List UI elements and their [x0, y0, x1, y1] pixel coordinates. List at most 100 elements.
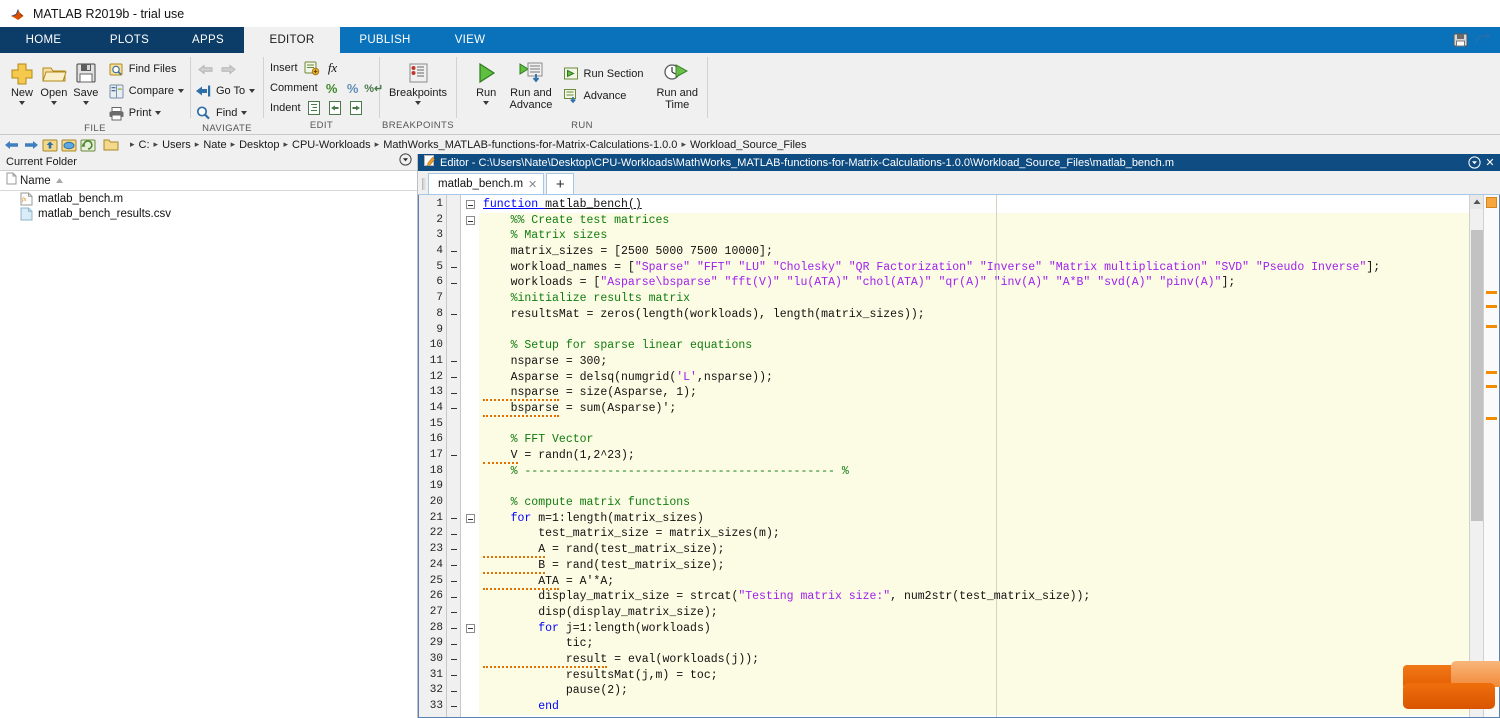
- breakpoint-slot[interactable]: [447, 417, 460, 433]
- code-analyzer-marker[interactable]: [1486, 305, 1497, 308]
- run-and-advance-button[interactable]: Run and Advance: [505, 58, 556, 111]
- comment-percent-icon[interactable]: %: [323, 80, 341, 97]
- back-arrow-icon[interactable]: [4, 137, 20, 153]
- fold-slot[interactable]: [461, 621, 479, 637]
- chevron-down-icon[interactable]: [483, 100, 490, 105]
- run-button[interactable]: Run: [467, 58, 505, 105]
- chevron-down-icon[interactable]: [415, 100, 421, 105]
- new-button[interactable]: New: [6, 58, 38, 105]
- fold-slot[interactable]: [461, 526, 479, 542]
- scrollbar-thumb[interactable]: [1471, 229, 1483, 521]
- breakpoint-slot[interactable]: [447, 228, 460, 244]
- breakpoint-slot[interactable]: [447, 275, 460, 291]
- smart-indent-icon[interactable]: [306, 100, 324, 117]
- tab-publish[interactable]: PUBLISH: [340, 27, 430, 53]
- fold-slot[interactable]: [461, 495, 479, 511]
- code-area[interactable]: function matlab_bench() %% Create test m…: [479, 195, 1469, 717]
- fold-slot[interactable]: [461, 574, 479, 590]
- breakpoint-slot[interactable]: [447, 197, 460, 213]
- code-analyzer-marker[interactable]: [1486, 385, 1497, 388]
- tab-view[interactable]: VIEW: [430, 27, 510, 53]
- breakpoint-slot[interactable]: [447, 448, 460, 464]
- fold-slot[interactable]: [461, 511, 479, 527]
- insert-label[interactable]: Insert: [270, 62, 298, 74]
- fold-slot[interactable]: [461, 448, 479, 464]
- breakpoint-slot[interactable]: [447, 574, 460, 590]
- breadcrumb-item-3[interactable]: Desktop: [236, 139, 282, 151]
- up-folder-icon[interactable]: [42, 137, 58, 153]
- breakpoint-slot[interactable]: [447, 652, 460, 668]
- scroll-up-arrow-icon[interactable]: [1470, 195, 1483, 209]
- breakpoint-slot[interactable]: [447, 354, 460, 370]
- code-analyzer-marker[interactable]: [1486, 371, 1497, 374]
- breakpoint-slot[interactable]: [447, 526, 460, 542]
- code-analyzer-status-indicator[interactable]: [1486, 197, 1497, 208]
- breakpoint-slot[interactable]: [447, 385, 460, 401]
- fold-collapse-icon[interactable]: [465, 216, 475, 226]
- panel-actions-icon[interactable]: [1466, 156, 1482, 170]
- fold-slot[interactable]: [461, 542, 479, 558]
- tab-editor[interactable]: EDITOR: [244, 27, 340, 53]
- breakpoint-slot[interactable]: [447, 464, 460, 480]
- list-item[interactable]: matlab_bench_results.csv: [0, 206, 417, 221]
- breakpoint-slot[interactable]: [447, 605, 460, 621]
- breakpoint-slot[interactable]: [447, 370, 460, 386]
- breakpoint-slot[interactable]: [447, 432, 460, 448]
- fold-slot[interactable]: [461, 213, 479, 229]
- forward-arrow-icon[interactable]: [23, 137, 39, 153]
- save-button[interactable]: Save: [70, 58, 102, 105]
- fold-slot[interactable]: [461, 589, 479, 605]
- find-files-button[interactable]: Find Files: [108, 59, 184, 79]
- advance-button[interactable]: Advance: [563, 86, 644, 106]
- fold-collapse-icon[interactable]: [465, 623, 475, 633]
- breakpoint-slot[interactable]: [447, 338, 460, 354]
- breakpoint-slot[interactable]: [447, 542, 460, 558]
- breakpoint-slot[interactable]: [447, 668, 460, 684]
- chevron-down-icon[interactable]: [18, 100, 25, 105]
- breakpoint-slot[interactable]: [447, 511, 460, 527]
- fold-slot[interactable]: [461, 668, 479, 684]
- open-button[interactable]: Open: [38, 58, 70, 105]
- run-section-button[interactable]: Run Section: [563, 64, 643, 84]
- breakpoint-slot[interactable]: [447, 244, 460, 260]
- chevron-down-icon[interactable]: [50, 100, 57, 105]
- breakpoint-slot[interactable]: [447, 621, 460, 637]
- breakpoint-slot[interactable]: [447, 323, 460, 339]
- fold-slot[interactable]: [461, 197, 479, 213]
- breakpoint-slot[interactable]: [447, 401, 460, 417]
- code-analyzer-marker[interactable]: [1486, 291, 1497, 294]
- tab-matlab-bench[interactable]: matlab_bench.m ✕: [428, 173, 545, 194]
- fx-function-icon[interactable]: fx: [324, 60, 342, 77]
- editor-marker-bar[interactable]: [1483, 195, 1499, 717]
- breakpoint-slot[interactable]: [447, 636, 460, 652]
- breakpoint-slot[interactable]: [447, 291, 460, 307]
- undo-icon[interactable]: [1474, 31, 1494, 49]
- forward-arrow-icon[interactable]: [220, 61, 237, 78]
- fold-collapse-icon[interactable]: [465, 514, 475, 524]
- close-icon[interactable]: ✕: [528, 178, 537, 191]
- fold-slot[interactable]: [461, 683, 479, 699]
- breakpoint-slot[interactable]: [447, 213, 460, 229]
- fold-slot[interactable]: [461, 401, 479, 417]
- breadcrumb[interactable]: ▸ C: ▸ Users ▸ Nate ▸ Desktop ▸ CPU-Work…: [125, 137, 1496, 153]
- breakpoint-slot[interactable]: [447, 260, 460, 276]
- fold-slot[interactable]: [461, 605, 479, 621]
- fold-slot[interactable]: [461, 636, 479, 652]
- fold-slot[interactable]: [461, 479, 479, 495]
- panel-actions-icon[interactable]: [399, 153, 412, 171]
- uncomment-percent-icon[interactable]: %: [344, 80, 362, 97]
- breadcrumb-item-5[interactable]: MathWorks_MATLAB-functions-for-Matrix-Ca…: [380, 139, 680, 151]
- fold-slot[interactable]: [461, 323, 479, 339]
- tab-apps[interactable]: APPS: [172, 27, 244, 53]
- goto-button[interactable]: Go To: [195, 81, 256, 101]
- fold-slot[interactable]: [461, 244, 479, 260]
- chevron-down-icon[interactable]: [155, 111, 162, 115]
- breadcrumb-item-6[interactable]: Workload_Source_Files: [687, 139, 810, 151]
- chevron-down-icon[interactable]: [82, 100, 89, 105]
- back-arrow-icon[interactable]: [197, 61, 214, 78]
- list-item[interactable]: fx matlab_bench.m: [0, 191, 417, 206]
- chevron-down-icon[interactable]: [249, 89, 256, 93]
- comment-label[interactable]: Comment: [270, 82, 318, 94]
- breakpoint-slot[interactable]: [447, 589, 460, 605]
- compare-button[interactable]: Compare: [108, 81, 185, 101]
